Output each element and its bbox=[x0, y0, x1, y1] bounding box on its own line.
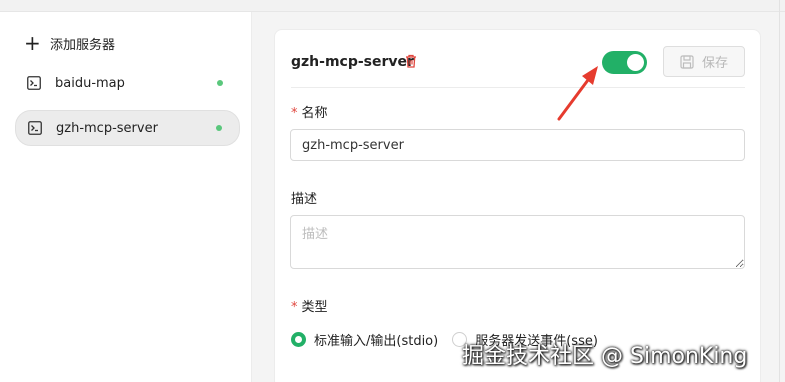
terminal-icon bbox=[27, 76, 41, 90]
toggle-knob bbox=[627, 54, 644, 71]
app-window: + 添加服务器 baidu-map gzh-mcp-server gzh-mcp… bbox=[0, 0, 785, 382]
type-label-text: 类型 bbox=[301, 300, 328, 315]
server-settings-card: gzh-mcp-server 保存 *名称 描述 *类型 标准输入/输出(std bbox=[274, 29, 761, 382]
required-mark: * bbox=[291, 300, 298, 315]
required-mark: * bbox=[291, 106, 298, 121]
server-title: gzh-mcp-server bbox=[291, 54, 414, 70]
sidebar-item-label: gzh-mcp-server bbox=[56, 120, 158, 136]
type-label: * 类型 bbox=[291, 296, 328, 315]
radio-label: 标准输入/输出(stdio) bbox=[314, 334, 439, 349]
name-label-text: 名称 bbox=[301, 106, 328, 121]
enable-toggle[interactable] bbox=[602, 51, 647, 74]
add-server-button[interactable]: + 添加服务器 bbox=[24, 32, 115, 54]
save-label: 保存 bbox=[701, 56, 728, 71]
floppy-disk-icon bbox=[680, 54, 694, 69]
sidebar-item-gzh-mcp-server[interactable]: gzh-mcp-server bbox=[15, 110, 240, 146]
top-bar bbox=[0, 0, 785, 12]
description-label: 描述 bbox=[291, 192, 318, 207]
radio-stdio[interactable]: 标准输入/输出(stdio) bbox=[291, 330, 438, 349]
name-input[interactable] bbox=[290, 129, 745, 161]
scrollbar-track bbox=[779, 0, 780, 382]
plus-icon: + bbox=[24, 31, 41, 55]
save-button[interactable]: 保存 bbox=[663, 46, 745, 77]
sidebar: + 添加服务器 baidu-map gzh-mcp-server bbox=[0, 12, 252, 382]
status-dot bbox=[216, 125, 222, 131]
status-dot bbox=[217, 80, 223, 86]
radio-circle bbox=[452, 332, 468, 347]
type-radio-group: 标准输入/输出(stdio) 服务器发送事件(sse) bbox=[291, 330, 612, 349]
radio-circle bbox=[291, 332, 306, 347]
add-server-label: 添加服务器 bbox=[50, 37, 116, 53]
sidebar-item-baidu-map[interactable]: baidu-map bbox=[15, 65, 240, 101]
description-textarea[interactable] bbox=[290, 215, 745, 269]
divider bbox=[291, 87, 745, 88]
sidebar-item-label: baidu-map bbox=[55, 75, 125, 91]
name-label: * 名称 bbox=[291, 102, 328, 121]
delete-icon[interactable] bbox=[403, 53, 419, 69]
radio-label: 服务器发送事件(sse) bbox=[475, 334, 598, 349]
radio-sse[interactable]: 服务器发送事件(sse) bbox=[452, 330, 598, 349]
terminal-icon bbox=[28, 121, 42, 135]
